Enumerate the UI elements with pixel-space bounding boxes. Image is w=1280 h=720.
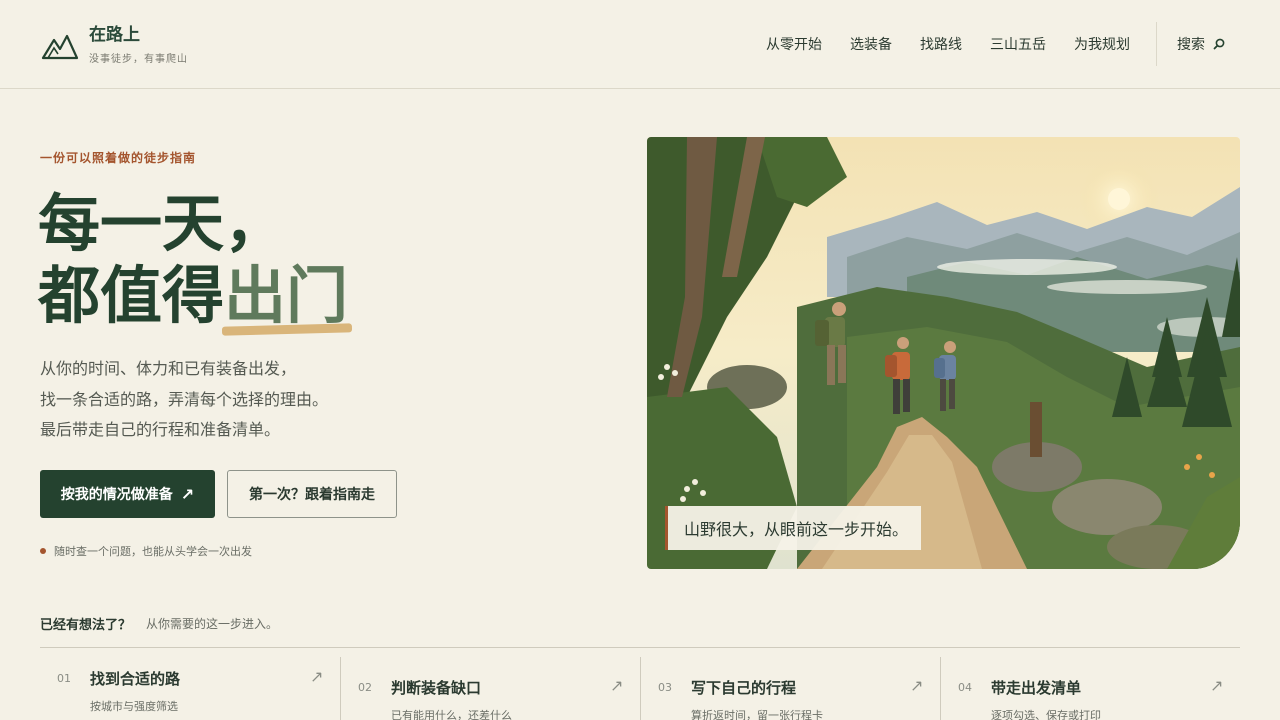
quick-entry-title: 已经有想法了？ (40, 618, 132, 633)
prepare-button-label: 按我的情况做准备 (60, 487, 173, 503)
hero-description: 从你的时间、体力和已有装备出发， 找一条合适的路，弄清每个选择的理由。 最后带走… (40, 354, 328, 446)
mountain-icon (41, 34, 79, 60)
search-button[interactable]: 搜索 (1177, 34, 1225, 54)
nav-item-gear[interactable]: 选装备 (850, 34, 892, 54)
prepare-for-me-button[interactable]: 按我的情况做准备 ↗ (40, 470, 215, 518)
card-find-route[interactable]: 01 找到合适的路 按城市与强度筛选 ↗ (40, 657, 340, 720)
search-icon (1213, 38, 1225, 50)
brand-text: 在路上 没事徒步，有事爬山 (89, 24, 188, 65)
hero-eyebrow: 一份可以照着做的徒步指南 (40, 151, 197, 165)
hero-desc-line: 从你的时间、体力和已有装备出发， (40, 359, 297, 378)
nav-divider (1156, 22, 1157, 66)
brand-title: 在路上 (89, 25, 140, 45)
card-desc: 按城市与强度筛选 (90, 700, 178, 713)
arrow-up-right-icon: ↗ (910, 676, 924, 695)
card-number: 02 (358, 681, 372, 694)
hero-desc-line: 找一条合适的路，弄清每个选择的理由。 (40, 389, 329, 409)
nav-item-routes[interactable]: 找路线 (920, 34, 962, 54)
card-number: 04 (958, 681, 972, 694)
hero-hint: 随时查一个问题，也能从头学会一次出发 (40, 543, 252, 559)
brand-logo[interactable]: 在路上 没事徒步，有事爬山 (41, 24, 188, 65)
card-title: 判断装备缺口 (391, 679, 482, 697)
quick-entry-subtitle: 从你需要的这一步进入。 (146, 617, 279, 631)
card-title: 带走出发清单 (991, 679, 1082, 697)
hero-title-line1: 每一天， (38, 187, 287, 260)
card-desc: 已有能用什么，还差什么 (391, 709, 512, 720)
hero-title-line2: 都值得 (38, 259, 225, 332)
follow-guide-button[interactable]: 第一次？跟着指南走 (227, 470, 397, 518)
quick-entry-divider (40, 647, 1240, 648)
search-label: 搜索 (1177, 37, 1205, 53)
arrow-up-right-icon: ↗ (180, 484, 195, 504)
card-write-itinerary[interactable]: 03 写下自己的行程 算折返时间，留一张行程卡 ↗ (641, 657, 941, 720)
hero-title-highlight: 出门 (221, 259, 353, 336)
card-gear-gap[interactable]: 02 判断装备缺口 已有能用什么，还差什么 ↗ (341, 657, 641, 720)
card-desc: 算折返时间，留一张行程卡 (691, 709, 823, 720)
arrow-up-right-icon: ↗ (610, 676, 624, 695)
hint-dot-icon (40, 548, 46, 554)
main-nav: 从零开始 选装备 找路线 三山五岳 为我规划 (752, 22, 1144, 66)
arrow-up-right-icon: ↗ (310, 667, 324, 686)
hiking-scene-image (647, 137, 1240, 569)
card-number: 01 (57, 672, 71, 685)
brand-tagline: 没事徒步，有事爬山 (89, 54, 188, 65)
card-checklist[interactable]: 04 带走出发清单 逐项勾选、保存或打印 ↗ (941, 657, 1241, 720)
hero-title: 每一天， 都值得 出门 (38, 187, 353, 336)
card-title: 写下自己的行程 (691, 679, 797, 697)
hero-title-highlight-text: 出门 (224, 259, 349, 332)
arrow-up-right-icon: ↗ (1210, 676, 1224, 695)
card-title: 找到合适的路 (90, 670, 181, 688)
image-caption: 山野很大，从眼前这一步开始。 (665, 506, 921, 550)
card-desc: 逐项勾选、保存或打印 (991, 709, 1101, 720)
hero-desc-line: 最后带走自己的行程和准备清单。 (40, 420, 281, 439)
nav-item-beginner[interactable]: 从零开始 (766, 34, 822, 54)
hint-text: 随时查一个问题，也能从头学会一次出发 (54, 545, 252, 558)
card-number: 03 (658, 681, 672, 694)
site-header: 在路上 没事徒步，有事爬山 从零开始 选装备 找路线 三山五岳 为我规划 搜索 (0, 0, 1280, 89)
nav-item-plan[interactable]: 为我规划 (1074, 34, 1130, 54)
nav-item-mountains[interactable]: 三山五岳 (990, 34, 1046, 54)
hero-illustration (647, 137, 1240, 569)
